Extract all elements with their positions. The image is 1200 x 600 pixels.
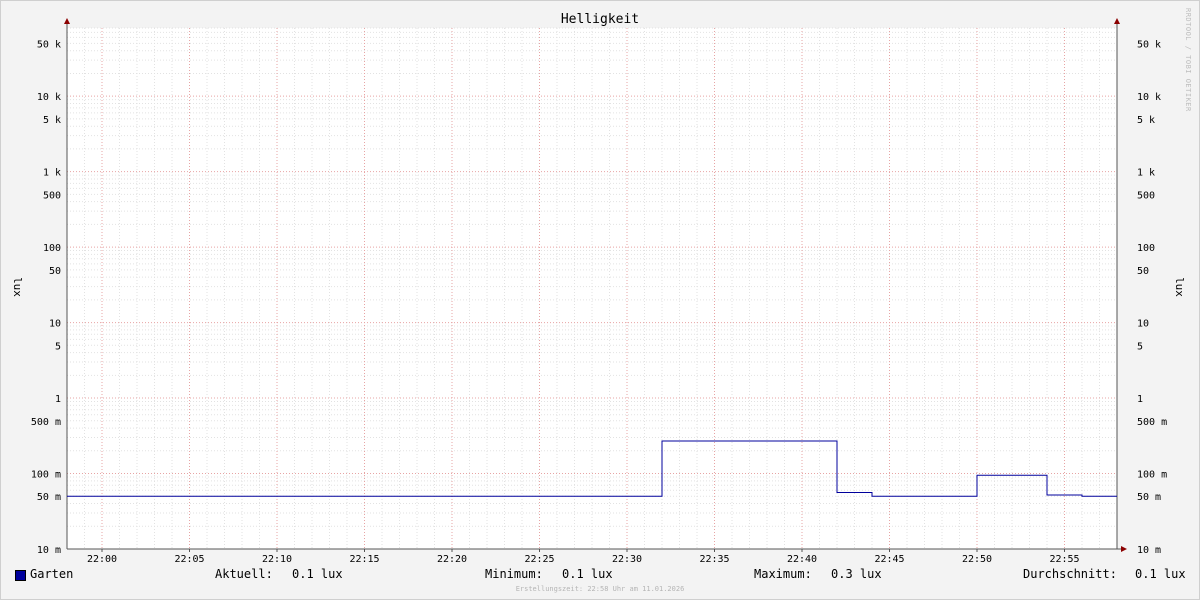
- x-tick-label: 22:10: [262, 554, 292, 565]
- y-tick-label-right: 5: [1137, 341, 1143, 352]
- x-tick-label: 22:55: [1049, 554, 1079, 565]
- x-tick-label: 22:35: [699, 554, 729, 565]
- y-tick-label-right: 10: [1137, 319, 1149, 330]
- legend-swatch-garten: [15, 570, 26, 581]
- y-tick-label-left: 50 m: [37, 492, 61, 503]
- y-tick-label-left: 5: [55, 341, 61, 352]
- rrdtool-watermark: RRDTOOL / TOBI OETIKER: [1184, 8, 1192, 112]
- y-tick-label-right: 1: [1137, 394, 1143, 405]
- y-axis-label-right: lux: [1173, 277, 1186, 297]
- y-tick-label-right: 5 k: [1137, 115, 1155, 126]
- x-tick-label: 22:25: [524, 554, 554, 565]
- y-tick-label-right: 10 m: [1137, 545, 1161, 556]
- brightness-chart: 22:00 22:05 22:10 22:15 22:20 22:25 22:30 22:35…: [11, 12, 1186, 565]
- y-tick-label-left: 5 k: [43, 115, 61, 126]
- y-tick-label-right: 50: [1137, 266, 1149, 277]
- legend-series-name: Garten: [30, 567, 74, 581]
- legend-min-value: 0.1 lux: [562, 567, 613, 581]
- y-tick-label-right: 50 m: [1137, 492, 1161, 503]
- y-tick-label-right: 100 m: [1137, 470, 1167, 481]
- y-tick-label-left: 50 k: [37, 39, 61, 50]
- legend-current-value: 0.1 lux: [292, 567, 343, 581]
- legend-avg-label: Durchschnitt:: [1023, 567, 1117, 581]
- y-tick-label-left: 100: [43, 243, 61, 254]
- creation-time-footer: Erstellungszeit: 22:58 Uhr am 11.01.2026: [515, 585, 685, 593]
- y-axis-arrow-right: [1114, 18, 1120, 24]
- y-tick-label-left: 1: [55, 394, 61, 405]
- x-tick-label: 22:15: [349, 554, 379, 565]
- y-tick-label-right: 500: [1137, 190, 1155, 201]
- x-tick-label: 22:50: [962, 554, 992, 565]
- y-tick-label-right: 500 m: [1137, 417, 1167, 428]
- x-tick-label: 22:45: [874, 554, 904, 565]
- y-tick-label-left: 10: [49, 319, 61, 330]
- legend-max-label: Maximum:: [754, 567, 812, 581]
- legend-current-label: Aktuell:: [215, 567, 273, 581]
- y-tick-label-left: 100 m: [31, 470, 61, 481]
- legend-min-label: Minimum:: [485, 567, 543, 581]
- x-tick-label: 22:30: [612, 554, 642, 565]
- y-tick-label-left: 10 m: [37, 545, 61, 556]
- chart-title: Helligkeit: [561, 12, 639, 27]
- x-tick-label: 22:40: [787, 554, 817, 565]
- x-tick-label: 22:05: [174, 554, 204, 565]
- y-axis-arrow-left: [64, 18, 70, 24]
- y-axis-label-left: lux: [11, 277, 24, 297]
- y-tick-label-right: 10 k: [1137, 92, 1161, 103]
- y-tick-label-left: 500: [43, 190, 61, 201]
- y-tick-label-left: 500 m: [31, 417, 61, 428]
- x-tick-label: 22:20: [437, 554, 467, 565]
- legend-avg-value: 0.1 lux: [1135, 567, 1186, 581]
- x-tick-label: 22:00: [87, 554, 117, 565]
- y-tick-label-right: 1 k: [1137, 168, 1155, 179]
- legend-max-value: 0.3 lux: [831, 567, 882, 581]
- x-axis-arrow: [1121, 546, 1127, 552]
- y-tick-label-right: 50 k: [1137, 39, 1161, 50]
- y-tick-label-left: 1 k: [43, 168, 61, 179]
- y-tick-label-left: 50: [49, 266, 61, 277]
- y-tick-label-left: 10 k: [37, 92, 61, 103]
- y-tick-label-right: 100: [1137, 243, 1155, 254]
